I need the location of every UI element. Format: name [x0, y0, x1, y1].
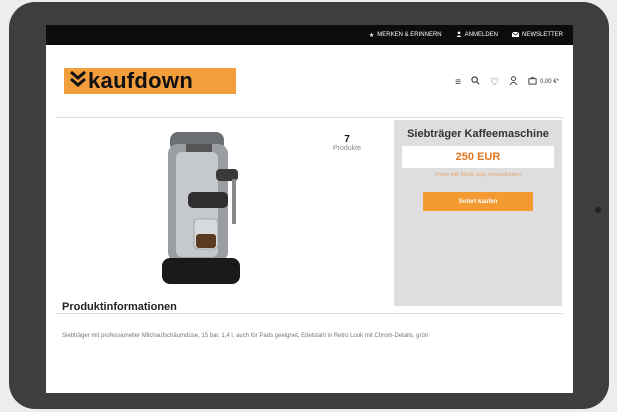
- product-section: 7 Produkte Siebträger Kaffeemaschine 250…: [46, 118, 573, 313]
- buy-now-button[interactable]: Sofort kaufen: [423, 192, 533, 211]
- heart-icon[interactable]: ♡: [490, 77, 499, 88]
- anmelden-link[interactable]: ANMELDEN: [456, 31, 498, 39]
- user-icon: [456, 31, 462, 39]
- product-price: 250 EUR: [402, 146, 554, 168]
- logo-chevron-icon: [70, 70, 88, 92]
- site-logo[interactable]: kaufdown: [64, 68, 236, 94]
- price-note: Preise inkl. MwSt. zzgl. Versandkosten: [435, 172, 521, 178]
- product-image[interactable]: [156, 124, 256, 294]
- product-info-heading: Produktinformationen: [62, 301, 177, 313]
- header-icons: ≡ ♡ 0,00 €*: [455, 76, 559, 88]
- search-icon[interactable]: [471, 76, 480, 88]
- mail-icon: [511, 31, 520, 39]
- cart-amount: 0,00 €*: [539, 79, 559, 85]
- product-count: 7 Produkte: [329, 134, 365, 152]
- account-icon[interactable]: [509, 76, 518, 88]
- product-count-label: Produkte: [332, 145, 362, 152]
- merken-link[interactable]: ★ MERKEN & ERINNERN: [369, 32, 442, 39]
- product-info-description: Siebträger mit professioneller Milchaufs…: [62, 333, 429, 339]
- star-icon: ★: [368, 32, 375, 39]
- site-header: kaufdown ≡ ♡ 0,00 €*: [46, 45, 573, 117]
- product-title: Siebträger Kaffeemaschine: [407, 128, 549, 140]
- newsletter-link[interactable]: NEWSLETTER: [511, 31, 563, 39]
- camera-dot: [595, 207, 601, 213]
- cart-button[interactable]: 0,00 €*: [528, 76, 559, 88]
- newsletter-label: NEWSLETTER: [521, 32, 563, 38]
- merken-label: MERKEN & ERINNERN: [377, 32, 442, 38]
- anmelden-label: ANMELDEN: [464, 32, 498, 38]
- tablet-frame: ★ MERKEN & ERINNERN ANMELDEN NEWSLETTER: [9, 2, 609, 409]
- logo-text: kaufdown: [88, 68, 194, 93]
- menu-icon[interactable]: ≡: [455, 77, 461, 88]
- cart-icon: [528, 76, 537, 88]
- buy-panel: Siebträger Kaffeemaschine 250 EUR Preise…: [394, 120, 562, 306]
- section-divider: [56, 313, 563, 314]
- product-count-number: 7: [344, 134, 350, 145]
- top-bar: ★ MERKEN & ERINNERN ANMELDEN NEWSLETTER: [46, 25, 573, 45]
